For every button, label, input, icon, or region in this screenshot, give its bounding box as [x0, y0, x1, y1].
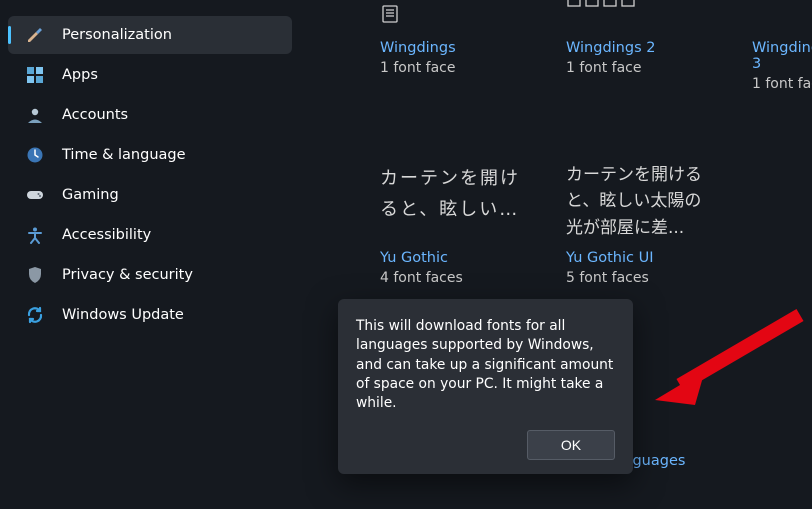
sidebar-item-personalization[interactable]: Personalization [8, 16, 292, 54]
sidebar-item-apps[interactable]: Apps [8, 56, 292, 94]
font-preview: カーテンを開けると、眩しい… [380, 162, 530, 232]
sidebar-item-label: Windows Update [62, 307, 184, 323]
dialog-message: This will download fonts for all languag… [356, 317, 615, 414]
accessibility-icon [26, 226, 44, 244]
font-faces-text: 4 font faces [380, 270, 530, 286]
sidebar-item-accessibility[interactable]: Accessibility [8, 216, 292, 254]
download-fonts-dialog: This will download fonts for all languag… [338, 299, 633, 474]
gamepad-icon [26, 186, 44, 204]
font-name-link[interactable]: Yu Gothic [380, 250, 530, 266]
font-card-yu-gothic[interactable]: カーテンを開けると、眩しい… Yu Gothic 4 font faces [380, 162, 530, 286]
sync-icon [26, 306, 44, 324]
settings-sidebar: Personalization Apps Accounts Time & lan… [0, 0, 300, 509]
font-name-link[interactable]: Wingdings [380, 40, 530, 56]
font-name-link[interactable]: Yu Gothic UI [566, 250, 716, 266]
font-preview [566, 0, 716, 30]
sidebar-item-label: Personalization [62, 27, 172, 43]
sidebar-item-label: Accounts [62, 107, 128, 123]
person-icon [26, 106, 44, 124]
font-name-link[interactable]: Wingdings 2 [566, 40, 716, 56]
sidebar-item-accounts[interactable]: Accounts [8, 96, 292, 134]
wingdings2-glyphs-icon [566, 0, 716, 30]
font-preview: カーテンを開けると、眩しい太陽の光が部屋に差... [566, 162, 716, 244]
apps-icon [26, 66, 44, 84]
wingdings-glyphs-icon [380, 0, 530, 30]
shield-icon [26, 266, 44, 284]
font-row-1: Wingdings 1 font face Wingdings 2 1 font… [330, 0, 812, 92]
font-row-2: カーテンを開けると、眩しい… Yu Gothic 4 font faces カー… [330, 162, 812, 286]
font-preview [380, 0, 530, 30]
sidebar-item-time-language[interactable]: Time & language [8, 136, 292, 174]
sidebar-item-label: Privacy & security [62, 267, 193, 283]
ok-button[interactable]: OK [527, 430, 615, 460]
font-card-yu-gothic-ui[interactable]: カーテンを開けると、眩しい太陽の光が部屋に差... Yu Gothic UI 5… [566, 162, 716, 286]
font-faces-text: 1 font face [566, 60, 716, 76]
font-preview [752, 0, 812, 30]
sidebar-item-label: Accessibility [62, 227, 151, 243]
sidebar-item-label: Apps [62, 67, 98, 83]
sidebar-item-label: Time & language [62, 147, 186, 163]
brush-icon [26, 26, 44, 44]
font-card-wingdings[interactable]: Wingdings 1 font face [380, 0, 530, 92]
font-card-wingdings-2[interactable]: Wingdings 2 1 font face [566, 0, 716, 92]
font-faces-text: 5 font faces [566, 270, 716, 286]
sidebar-item-windows-update[interactable]: Windows Update [8, 296, 292, 334]
font-name-link[interactable]: Wingdings 3 [752, 40, 812, 72]
sidebar-item-privacy-security[interactable]: Privacy & security [8, 256, 292, 294]
font-faces-text: 1 font face [380, 60, 530, 76]
sidebar-item-gaming[interactable]: Gaming [8, 176, 292, 214]
sidebar-item-label: Gaming [62, 187, 119, 203]
font-faces-text: 1 font face [752, 76, 812, 92]
font-card-wingdings-3[interactable]: Wingdings 3 1 font face [752, 0, 812, 92]
dialog-actions: OK [356, 430, 615, 460]
clock-icon [26, 146, 44, 164]
